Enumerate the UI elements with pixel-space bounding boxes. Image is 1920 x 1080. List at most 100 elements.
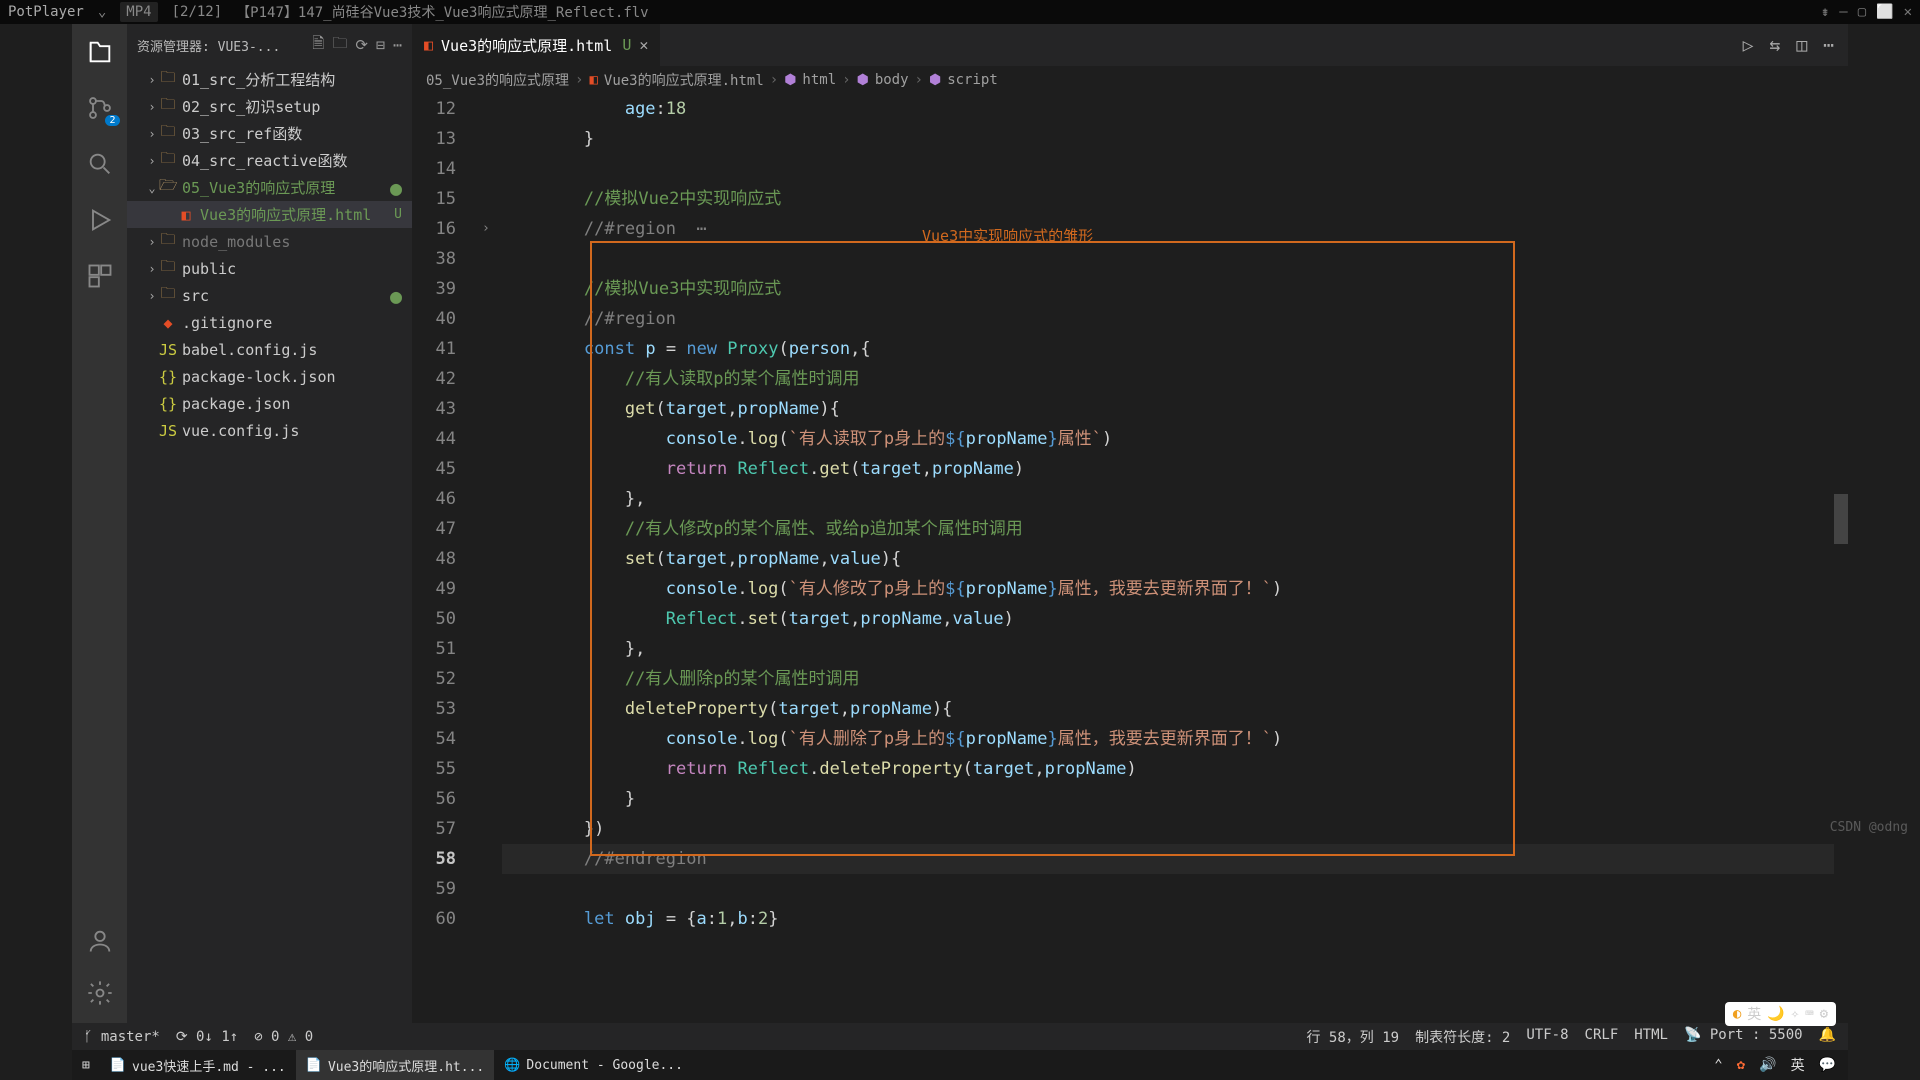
code-line[interactable]: console.log(`有人修改了p身上的${propName}属性，我要去更…	[502, 574, 1848, 604]
code-line[interactable]: //有人读取p的某个属性时调用	[502, 364, 1848, 394]
code-content[interactable]: age:18 } //模拟Vue2中实现响应式 //#region ⋯ //模拟…	[502, 94, 1848, 1023]
code-line[interactable]: age:18	[502, 94, 1848, 124]
tree-item[interactable]: ›🗀04_src_reactive函数	[127, 147, 412, 174]
pin-icon[interactable]: ⇟	[1821, 4, 1829, 20]
run-debug-icon[interactable]	[86, 206, 114, 234]
tree-item[interactable]: ›🗀01_src_分析工程结构	[127, 66, 412, 93]
code-line[interactable]: return Reflect.get(target,propName)	[502, 454, 1848, 484]
tray-action-center-icon[interactable]: 💬	[1819, 1057, 1836, 1073]
language-mode[interactable]: HTML	[1634, 1027, 1668, 1047]
maximize-icon[interactable]: ⬜	[1876, 4, 1893, 20]
code-line[interactable]: deleteProperty(target,propName){	[502, 694, 1848, 724]
code-line[interactable]: //#region	[502, 304, 1848, 334]
source-control-icon[interactable]	[86, 94, 114, 122]
code-line[interactable]	[502, 874, 1848, 904]
tray-volume-icon[interactable]: 🔊	[1759, 1057, 1776, 1073]
taskbar-item-md[interactable]: 📄 vue3快速上手.md - ...	[100, 1050, 296, 1080]
git-icon: ◆	[159, 314, 177, 332]
editor-tabs: ◧ Vue3的响应式原理.html U ✕ ▷ ⇆ ◫ ⋯	[412, 24, 1848, 66]
tray-chevron-icon[interactable]: ⌃	[1714, 1057, 1722, 1073]
tree-item[interactable]: ⌄🗁05_Vue3的响应式原理●	[127, 174, 412, 201]
potplayer-appname[interactable]: PotPlayer	[8, 4, 84, 20]
minimap[interactable]	[1834, 164, 1848, 1023]
code-line[interactable]	[502, 244, 1848, 274]
tree-item[interactable]: ›🗀03_src_ref函数	[127, 120, 412, 147]
live-server-port[interactable]: 📡 Port : 5500	[1684, 1027, 1803, 1047]
code-line[interactable]: Reflect.set(target,propName,value)	[502, 604, 1848, 634]
tree-item[interactable]: {}package-lock.json	[127, 363, 412, 390]
code-line[interactable]: get(target,propName){	[502, 394, 1848, 424]
code-line[interactable]: set(target,propName,value){	[502, 544, 1848, 574]
crumb-file[interactable]: Vue3的响应式原理.html	[604, 70, 764, 90]
code-line[interactable]: //有人修改p的某个属性、或给p追加某个属性时调用	[502, 514, 1848, 544]
crumb-folder[interactable]: 05_Vue3的响应式原理	[426, 70, 569, 90]
breadcrumb[interactable]: 05_Vue3的响应式原理› ◧Vue3的响应式原理.html› ⬢html› …	[412, 66, 1848, 94]
cursor-position[interactable]: 行 58，列 19	[1307, 1027, 1400, 1047]
code-line[interactable]	[502, 154, 1848, 184]
tree-item[interactable]: ›🗀node_modules	[127, 228, 412, 255]
taskbar-item-chrome[interactable]: 🌐 Document - Google...	[494, 1050, 693, 1080]
folder-icon: 🗀	[159, 67, 177, 92]
chevron-down-icon[interactable]: ⌄	[98, 4, 106, 20]
code-line[interactable]: console.log(`有人读取了p身上的${propName}属性`)	[502, 424, 1848, 454]
code-line[interactable]: }	[502, 784, 1848, 814]
restore-icon[interactable]: ▢	[1858, 4, 1866, 20]
code-line[interactable]: //#region ⋯	[502, 214, 1848, 244]
code-line[interactable]: })	[502, 814, 1848, 844]
tree-item[interactable]: ›🗀02_src_初识setup	[127, 93, 412, 120]
crumb-html[interactable]: html	[802, 72, 836, 88]
accounts-icon[interactable]	[86, 927, 114, 955]
crumb-body[interactable]: body	[875, 72, 909, 88]
tree-item[interactable]: ›🗀src●	[127, 282, 412, 309]
code-line[interactable]: //#endregion	[502, 844, 1848, 874]
code-line[interactable]: return Reflect.deleteProperty(target,pro…	[502, 754, 1848, 784]
crumb-script[interactable]: script	[947, 72, 998, 88]
tab-vue3-reactive[interactable]: ◧ Vue3的响应式原理.html U ✕	[412, 24, 661, 66]
search-icon[interactable]	[86, 150, 114, 178]
notifications-icon[interactable]: 🔔	[1819, 1027, 1836, 1047]
code-line[interactable]: }	[502, 124, 1848, 154]
tree-item[interactable]: ◧Vue3的响应式原理.htmlU	[127, 201, 412, 228]
minimize-icon[interactable]: —	[1839, 4, 1847, 20]
minimap-slider[interactable]	[1834, 494, 1848, 544]
collapse-icon[interactable]: ⊟	[376, 36, 385, 54]
code-line[interactable]: let obj = {a:1,b:2}	[502, 904, 1848, 934]
code-line[interactable]: //有人删除p的某个属性时调用	[502, 664, 1848, 694]
split-editor-icon[interactable]: ◫	[1796, 35, 1807, 56]
start-button[interactable]: ⊞	[72, 1050, 100, 1080]
more-icon[interactable]: ⋯	[393, 36, 402, 54]
settings-icon[interactable]	[86, 979, 114, 1007]
close-icon[interactable]: ✕	[1904, 4, 1912, 20]
tree-item[interactable]: ◆.gitignore	[127, 309, 412, 336]
compare-icon[interactable]: ⇆	[1769, 35, 1780, 56]
code-line[interactable]: const p = new Proxy(person,{	[502, 334, 1848, 364]
refresh-icon[interactable]: ⟳	[355, 36, 368, 54]
run-icon[interactable]: ▷	[1743, 35, 1754, 56]
tree-item[interactable]: ›🗀public	[127, 255, 412, 282]
code-editor[interactable]: 1213141516383940414243444546474849505152…	[412, 94, 1848, 1023]
git-sync[interactable]: ⟳ 0↓ 1↑	[176, 1029, 238, 1045]
ime-indicator[interactable]: ◐ 英 🌙 ✧ ⌨ ⚙	[1725, 1002, 1836, 1026]
code-line[interactable]: },	[502, 634, 1848, 664]
tree-item[interactable]: {}package.json	[127, 390, 412, 417]
tree-item[interactable]: JSbabel.config.js	[127, 336, 412, 363]
taskbar-item-vscode[interactable]: 📄 Vue3的响应式原理.ht...	[296, 1050, 494, 1080]
git-branch[interactable]: ᚶ master*	[84, 1029, 160, 1045]
code-line[interactable]: //模拟Vue3中实现响应式	[502, 274, 1848, 304]
indent[interactable]: 制表符长度: 2	[1415, 1027, 1510, 1047]
code-line[interactable]: console.log(`有人删除了p身上的${propName}属性，我要去更…	[502, 724, 1848, 754]
explorer-icon[interactable]	[86, 38, 114, 66]
problems[interactable]: ⊘ 0 ⚠ 0	[254, 1029, 313, 1045]
code-line[interactable]: //模拟Vue2中实现响应式	[502, 184, 1848, 214]
extensions-icon[interactable]	[86, 262, 114, 290]
encoding[interactable]: UTF-8	[1526, 1027, 1568, 1047]
tree-item[interactable]: JSvue.config.js	[127, 417, 412, 444]
tray-ime[interactable]: 英	[1791, 1055, 1805, 1075]
tray-app-icon[interactable]: ✿	[1737, 1057, 1745, 1073]
code-line[interactable]: },	[502, 484, 1848, 514]
new-file-icon[interactable]: 🗎	[312, 33, 324, 58]
eol[interactable]: CRLF	[1585, 1027, 1619, 1047]
tab-close-icon[interactable]: ✕	[639, 36, 648, 54]
new-folder-icon[interactable]: 🗀	[332, 33, 347, 58]
more-actions-icon[interactable]: ⋯	[1823, 35, 1834, 56]
